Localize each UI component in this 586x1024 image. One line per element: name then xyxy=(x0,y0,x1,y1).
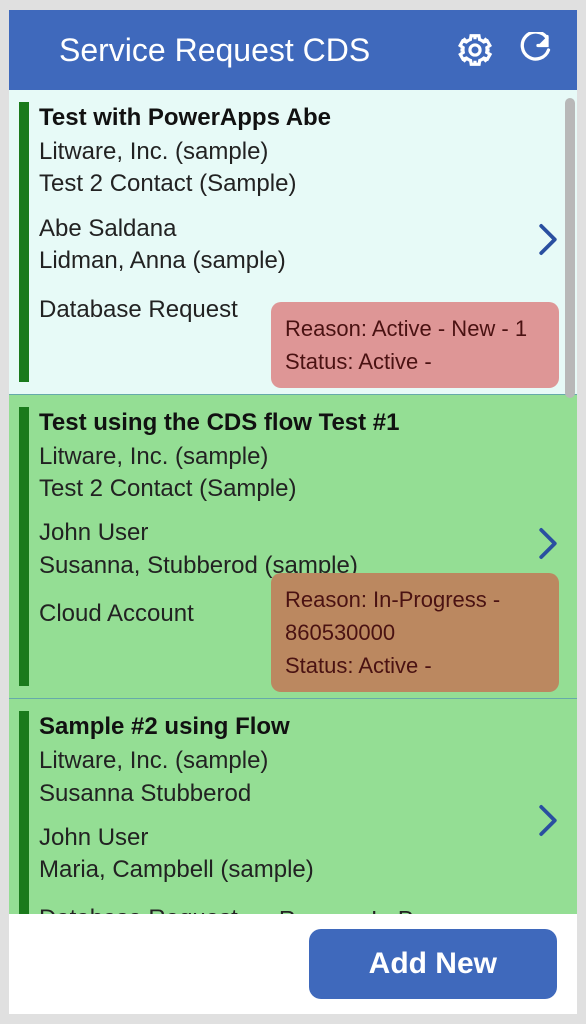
chevron-right-icon[interactable] xyxy=(537,803,559,842)
record-company: Litware, Inc. (sample) xyxy=(39,441,557,473)
scrollbar[interactable] xyxy=(565,98,575,398)
badge-status: Status: Active - xyxy=(285,649,545,682)
refresh-icon[interactable] xyxy=(513,28,557,72)
record-contact: Test 2 Contact (Sample) xyxy=(39,168,557,200)
add-new-button[interactable]: Add New xyxy=(309,929,557,999)
record-person-1: John User xyxy=(39,517,557,549)
badge-reason: Reason: Active - New - 1 xyxy=(285,312,545,345)
record-title: Sample #2 using Flow xyxy=(39,713,557,741)
record-title: Test using the CDS flow Test #1 xyxy=(39,409,557,437)
record-company: Litware, Inc. (sample) xyxy=(39,136,557,168)
settings-icon[interactable] xyxy=(453,28,497,72)
record-person-1: John User xyxy=(39,822,557,854)
badge-status: Status: Active - xyxy=(285,345,545,378)
accent-bar xyxy=(19,711,29,914)
app-title: Service Request CDS xyxy=(29,32,437,69)
record-person-2: Lidman, Anna (sample) xyxy=(39,245,557,277)
header-bar: Service Request CDS xyxy=(9,10,577,90)
chevron-right-icon[interactable] xyxy=(537,222,559,261)
badge-reason: Reason: In-Progress - 860530000 xyxy=(285,583,545,649)
footer-bar: Add New xyxy=(9,914,577,1014)
inline-reason: Reason: In-Progress - xyxy=(279,906,504,914)
record-card[interactable]: Test with PowerApps Abe Litware, Inc. (sa… xyxy=(9,90,577,394)
record-person-1: Abe Saldana xyxy=(39,213,557,245)
status-badge: Reason: Active - New - 1Status: Active - xyxy=(271,302,559,388)
record-contact: Susanna Stubberod xyxy=(39,778,557,810)
record-card[interactable]: Sample #2 using Flow Litware, Inc. (sampl… xyxy=(9,698,577,914)
record-contact: Test 2 Contact (Sample) xyxy=(39,473,557,505)
record-title: Test with PowerApps Abe xyxy=(39,104,557,132)
record-company: Litware, Inc. (sample) xyxy=(39,745,557,777)
accent-bar xyxy=(19,102,29,382)
record-person-2: Maria, Campbell (sample) xyxy=(39,854,557,886)
status-badge: Reason: In-Progress - 860530000Status: A… xyxy=(271,573,559,692)
record-card[interactable]: Test using the CDS flow Test #1 Litware, … xyxy=(9,394,577,699)
record-list: Test with PowerApps Abe Litware, Inc. (sa… xyxy=(9,90,577,914)
chevron-right-icon[interactable] xyxy=(537,527,559,566)
app-window: Service Request CDS Test with PowerApps … xyxy=(9,10,577,1014)
accent-bar xyxy=(19,407,29,687)
